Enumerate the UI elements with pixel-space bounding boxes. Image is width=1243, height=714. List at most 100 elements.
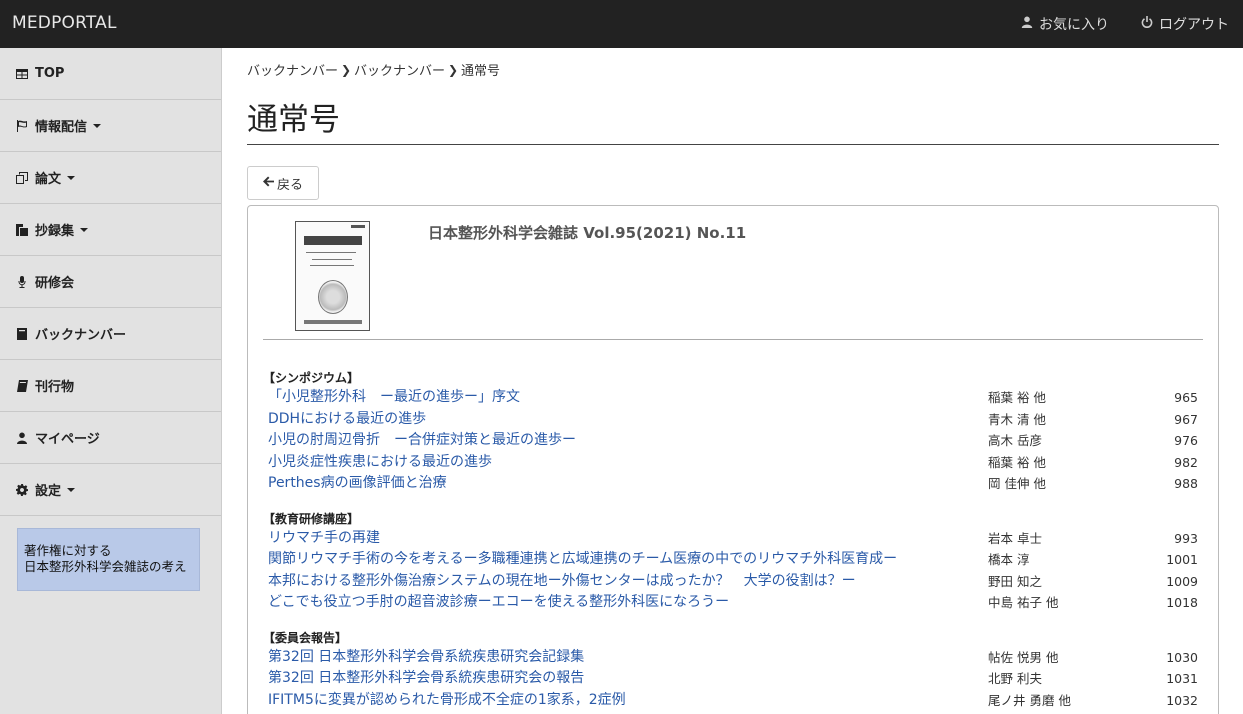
table-of-contents: 【シンポジウム】 「小児整形外科 ー最近の進歩ー」序文 稲葉 裕 他 965 D…: [263, 369, 1203, 711]
article-authors: 岡 佳伸 他: [988, 476, 1046, 491]
article-title-link[interactable]: DDHにおける最近の進歩: [268, 409, 426, 431]
brand-logo[interactable]: MEDPORTAL: [12, 13, 117, 33]
cover-emblem: [318, 280, 348, 314]
sidebar-item-label: 刊行物: [35, 380, 75, 395]
power-icon: [1141, 16, 1153, 32]
toc-row: 小児の肘周辺骨折 ー合併症対策と最近の進歩ー 高木 岳彦 976: [263, 430, 1203, 452]
article-authors: 岩本 卓士: [988, 530, 1042, 546]
toc-row: どこでも役立つ手肘の超音波診療ーエコーを使える整形外科医になろうー 中島 祐子 …: [263, 592, 1203, 614]
article-page: 993: [1174, 530, 1198, 546]
article-title-link[interactable]: 本邦における整形外傷治療システムの現在地ー外傷センターは成ったか？ 大学の役割は…: [268, 571, 856, 593]
sidebar-item-seminars[interactable]: 研修会: [0, 256, 221, 308]
article-authors: 北野 利夫: [988, 671, 1042, 686]
gear-icon: [15, 483, 29, 497]
article-authors: 稲葉 裕 他: [988, 390, 1046, 405]
caret-down-icon: [67, 175, 76, 180]
sidebar-item-publications[interactable]: 刊行物: [0, 360, 221, 412]
section-heading: 【教育研修講座】: [263, 511, 360, 526]
caret-down-icon: [93, 123, 102, 128]
toc-row: 本邦における整形外傷治療システムの現在地ー外傷センターは成ったか？ 大学の役割は…: [263, 571, 1203, 593]
breadcrumb: バックナンバー ❯ バックナンバー ❯ 通常号: [247, 60, 500, 80]
article-page: 1009: [1166, 573, 1198, 589]
panel-divider: [263, 339, 1203, 340]
article-title-link[interactable]: Perthes病の画像評価と治療: [268, 473, 447, 495]
sidebar-item-backnumbers[interactable]: バックナンバー: [0, 308, 221, 360]
article-page: 965: [1174, 390, 1198, 405]
copyright-line-2: 日本整形外科学会雑誌の考え: [24, 559, 187, 574]
caret-down-icon: [80, 227, 89, 232]
article-authors: 青木 清 他: [988, 411, 1046, 427]
article-title-link[interactable]: 第32回 日本整形外科学会骨系統疾患研究会記録集: [268, 647, 584, 669]
article-page: 982: [1174, 454, 1198, 470]
article-page: 1018: [1166, 595, 1198, 610]
journal-cover-image: [295, 221, 370, 331]
article-title-link[interactable]: 第32回 日本整形外科学会骨系統疾患研究会の報告: [268, 668, 584, 690]
article-title-link[interactable]: 小児の肘周辺骨折 ー合併症対策と最近の進歩ー: [268, 430, 576, 452]
section-heading: 【委員会報告】: [263, 630, 348, 645]
article-authors: 橋本 淳: [988, 552, 1030, 567]
main-content: バックナンバー ❯ バックナンバー ❯ 通常号 通常号 戻る 日本整形外科学会雑…: [222, 48, 1243, 714]
arrow-left-icon: [262, 175, 274, 191]
sidebar-item-label: 研修会: [35, 276, 75, 291]
top-navbar: MEDPORTAL お気に入り ログアウト: [0, 0, 1243, 48]
favorites-link[interactable]: お気に入り: [1021, 14, 1109, 34]
cover-text-line: [310, 265, 354, 266]
flag-icon: [15, 119, 29, 133]
article-page: 967: [1174, 411, 1198, 427]
cover-footer-block: [304, 320, 362, 324]
article-title-link[interactable]: IFITM5に変異が認められた骨形成不全症の1家系，2症例: [268, 690, 626, 712]
breadcrumb-item[interactable]: バックナンバー: [247, 60, 338, 79]
article-title-link[interactable]: どこでも役立つ手肘の超音波診療ーエコーを使える整形外科医になろうー: [268, 592, 729, 614]
sidebar: TOP 情報配信 論文 抄録集 研修会 バックナンバー 刊行物 マイページ 設定…: [0, 48, 222, 714]
sidebar-item-mypage[interactable]: マイページ: [0, 412, 221, 464]
article-page: 976: [1174, 433, 1198, 448]
article-authors: 稲葉 裕 他: [988, 454, 1046, 470]
chevron-right-icon: ❯: [340, 62, 352, 77]
logout-link[interactable]: ログアウト: [1141, 14, 1229, 34]
sidebar-item-settings[interactable]: 設定: [0, 464, 221, 516]
sidebar-item-label: 情報配信: [35, 120, 88, 135]
breadcrumb-item[interactable]: バックナンバー: [354, 60, 445, 79]
article-page: 1001: [1166, 552, 1198, 567]
sidebar-item-label: TOP: [35, 66, 65, 81]
sidebar-item-papers[interactable]: 論文: [0, 152, 221, 204]
page-title: 通常号: [247, 102, 340, 138]
sidebar-item-abstracts[interactable]: 抄録集: [0, 204, 221, 256]
article-page: 1032: [1166, 692, 1198, 708]
copyright-policy-link[interactable]: 著作権に対する 日本整形外科学会雑誌の考え: [17, 528, 200, 591]
cover-text-line: [306, 252, 356, 253]
sidebar-item-top[interactable]: TOP: [0, 48, 221, 100]
sidebar-item-label: 論文: [35, 172, 62, 187]
toc-row: 関節リウマチ手術の今を考えるー多職種連携と広域連携のチーム医療の中でのリウマチ外…: [263, 549, 1203, 571]
back-button[interactable]: 戻る: [247, 166, 319, 200]
microphone-icon: [15, 275, 29, 289]
sidebar-item-label: 設定: [35, 484, 62, 499]
user-icon: [1021, 16, 1033, 32]
table-icon: [15, 67, 29, 81]
article-title-link[interactable]: 関節リウマチ手術の今を考えるー多職種連携と広域連携のチーム医療の中でのリウマチ外…: [268, 549, 897, 571]
title-divider: [247, 144, 1219, 145]
toc-row: 第32回 日本整形外科学会骨系統疾患研究会記録集 帖佐 悦男 他 1030: [263, 647, 1203, 669]
back-button-label: 戻る: [276, 177, 303, 193]
copy-icon: [15, 171, 29, 185]
article-title-link[interactable]: 「小児整形外科 ー最近の進歩ー」序文: [268, 387, 520, 409]
sidebar-item-label: 抄録集: [35, 224, 75, 239]
book-icon: [15, 327, 29, 341]
copyright-line-1: 著作権に対する: [24, 543, 112, 558]
logout-label: ログアウト: [1159, 17, 1229, 33]
article-authors: 高木 岳彦: [988, 433, 1042, 448]
article-title-link[interactable]: リウマチ手の再建: [268, 528, 380, 550]
section-heading: 【シンポジウム】: [263, 371, 360, 385]
cover-title-block: [304, 236, 362, 245]
article-title-link[interactable]: 小児炎症性疾患における最近の進歩: [268, 452, 492, 474]
sidebar-item-news[interactable]: 情報配信: [0, 100, 221, 152]
article-page: 1031: [1166, 671, 1198, 686]
files-icon: [15, 223, 29, 237]
article-authors: 中島 祐子 他: [988, 595, 1059, 610]
cover-corner-mark: [351, 225, 365, 228]
user-icon: [15, 431, 29, 445]
toc-row: 第32回 日本整形外科学会骨系統疾患研究会の報告 北野 利夫 1031: [263, 668, 1203, 690]
issue-panel: 日本整形外科学会雑誌 Vol.95(2021) No.11 【シンポジウム】 「…: [247, 205, 1219, 714]
article-authors: 尾ノ井 勇磨 他: [988, 692, 1071, 708]
